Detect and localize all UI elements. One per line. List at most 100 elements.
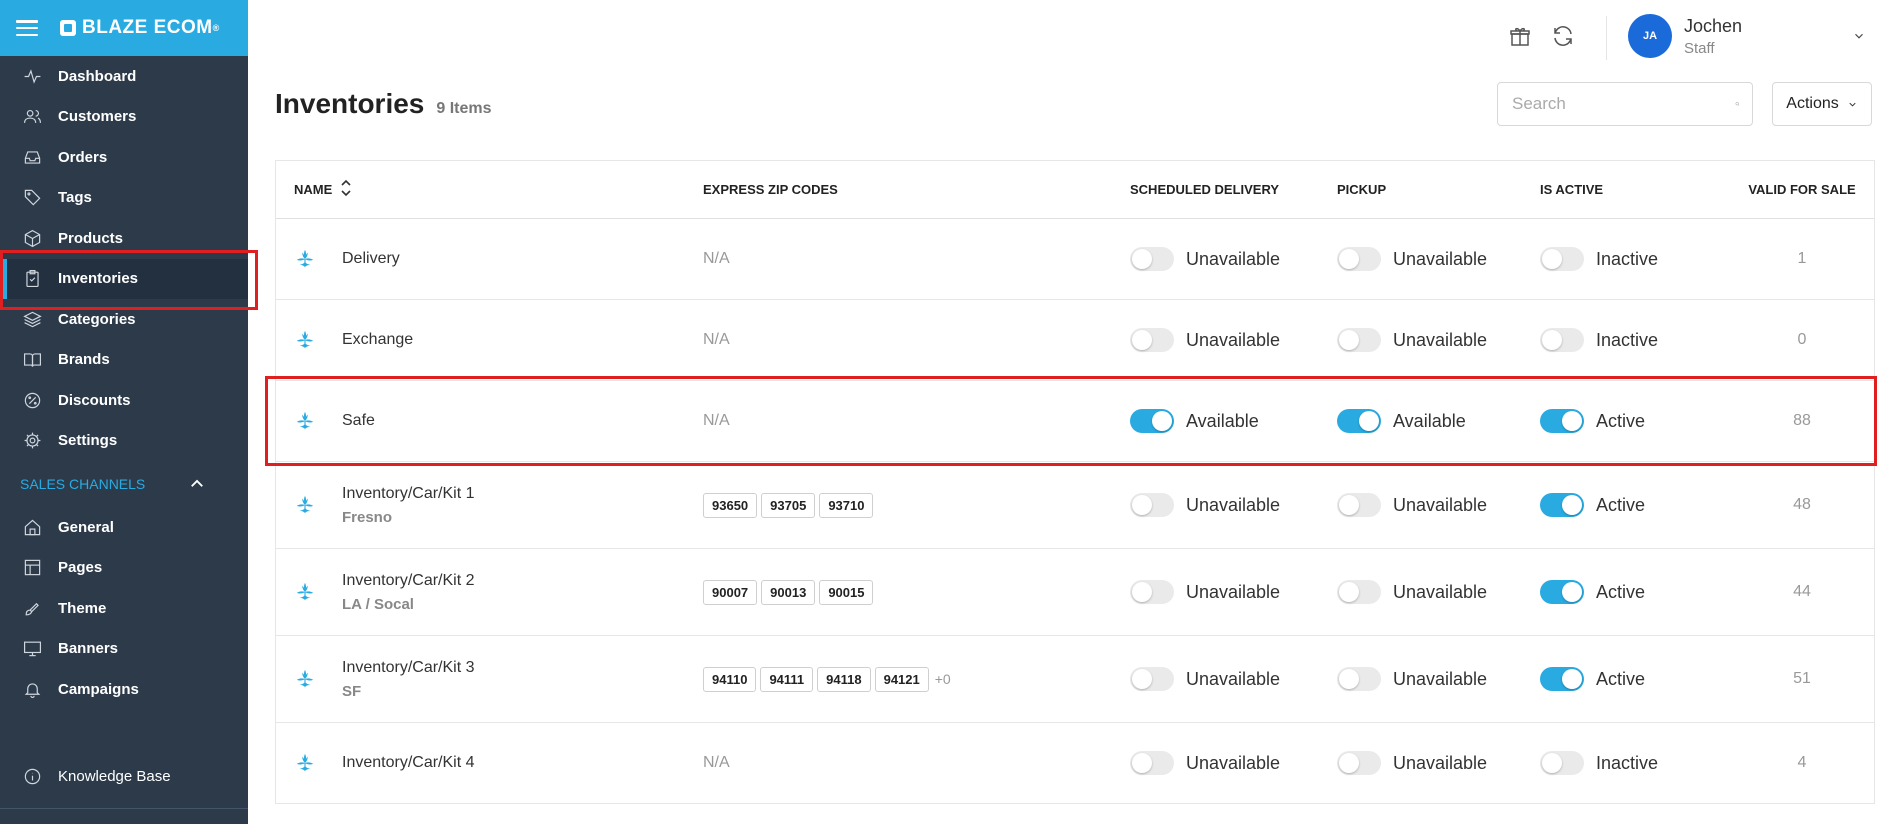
gift-icon[interactable] [1508,25,1532,49]
inventory-region: SF [342,682,362,700]
table-row[interactable]: Inventory/Car/Kit 4 N/A Unavailable Unavail… [276,723,1874,804]
table-row[interactable]: Safe N/A Available Available Active 88 [276,381,1874,462]
is-active-status: Active [1596,668,1646,689]
toggle-knob [1542,753,1562,773]
inventory-name[interactable]: Inventory/Car/Kit 2 [342,572,475,590]
toggle-knob [1339,582,1359,602]
is-active-toggle[interactable] [1540,667,1584,691]
sidebar-item-label: Campaigns [58,680,139,698]
sales-channels-header[interactable]: SALES CHANNELS [0,461,248,507]
book-icon [22,350,42,370]
toggle-knob [1562,411,1582,431]
scheduled-delivery-toggle[interactable] [1130,328,1174,352]
toggle-knob [1339,753,1359,773]
inventory-name[interactable]: Inventory/Car/Kit 4 [342,754,475,772]
inventory-name[interactable]: Inventory/Car/Kit 3 [342,659,475,677]
sidebar-item-label: Banners [58,640,119,658]
cannabis-leaf-icon [294,248,316,270]
inventory-name[interactable]: Safe [342,412,375,430]
sidebar-item-knowledge-base[interactable]: Knowledge Base [0,756,248,797]
sidebar-item-inventories[interactable]: Inventories [0,258,248,299]
bell-icon [22,679,42,699]
monitor-icon [22,639,42,659]
inventory-name[interactable]: Exchange [342,331,413,349]
scheduled-delivery-toggle[interactable] [1130,409,1174,433]
table-row[interactable]: Inventory/Car/Kit 3 SF 94110 94111 94118 9412… [276,636,1874,723]
is-active-status: Inactive [1596,329,1659,350]
pickup-toggle[interactable] [1337,247,1381,271]
sidebar-item-tags[interactable]: Tags [0,178,248,219]
info-icon [22,766,42,786]
scheduled-delivery-toggle[interactable] [1130,580,1174,604]
table-row[interactable]: Delivery N/A Unavailable Unavailable Inactiv… [276,219,1874,300]
pickup-toggle[interactable] [1337,409,1381,433]
toggle-knob [1562,669,1582,689]
sidebar-item-pages[interactable]: Pages [0,548,248,589]
is-active-toggle[interactable] [1540,328,1584,352]
brand-logo[interactable]: BLAZE ECOM ® [60,17,220,39]
sidebar-item-products[interactable]: Products [0,218,248,259]
is-active-toggle[interactable] [1540,493,1584,517]
user-menu[interactable]: JA Jochen Staff [1628,14,1742,58]
table-row[interactable]: Inventory/Car/Kit 1 Fresno 93650 93705 93710… [276,462,1874,549]
inventory-name[interactable]: Delivery [342,250,400,268]
refresh-icon[interactable] [1551,24,1575,48]
sidebar-item-banners[interactable]: Banners [0,629,248,670]
table-row[interactable]: Inventory/Car/Kit 2 LA / Socal 90007 90013 9… [276,549,1874,636]
chevron-down-icon[interactable] [1852,29,1866,48]
header-name[interactable]: NAME [294,182,332,197]
actions-button[interactable]: Actions [1772,82,1872,126]
zip-code-tag: 90013 [761,579,816,605]
search-input[interactable] [1510,93,1735,115]
search-icon[interactable] [1735,94,1740,114]
sidebar-item-label: General [58,518,114,536]
is-active-toggle[interactable] [1540,580,1584,604]
scheduled-delivery-status: Unavailable [1186,752,1281,773]
sidebar-item-campaigns[interactable]: Campaigns [0,669,248,710]
sidebar-item-brands[interactable]: Brands [0,340,248,381]
zip-code-tag: 93650 [703,492,758,518]
valid-for-sale-count: 4 [1797,754,1807,771]
user-name: Jochen [1684,15,1743,36]
sidebar-item-theme[interactable]: Theme [0,588,248,629]
scheduled-delivery-toggle[interactable] [1130,247,1174,271]
valid-for-sale-count: 51 [1793,670,1811,687]
sidebar-item-settings[interactable]: Settings [0,421,248,462]
pickup-toggle[interactable] [1337,667,1381,691]
pickup-toggle[interactable] [1337,493,1381,517]
scheduled-delivery-toggle[interactable] [1130,667,1174,691]
pickup-toggle[interactable] [1337,328,1381,352]
is-active-toggle[interactable] [1540,409,1584,433]
pickup-toggle[interactable] [1337,751,1381,775]
table-row[interactable]: Exchange N/A Unavailable Unavailable Inactiv… [276,300,1874,381]
chevron-up-icon[interactable] [188,475,206,493]
page-header: Inventories 9 Items [275,88,492,120]
avatar[interactable]: JA [1628,14,1672,58]
search-box[interactable] [1497,82,1753,126]
toggle-knob [1152,411,1172,431]
scheduled-delivery-toggle[interactable] [1130,751,1174,775]
inventory-name[interactable]: Inventory/Car/Kit 1 [342,485,475,503]
is-active-toggle[interactable] [1540,751,1584,775]
pickup-status: Available [1393,410,1466,431]
is-active-toggle[interactable] [1540,247,1584,271]
sort-icon[interactable] [332,177,352,202]
menu-icon[interactable] [16,20,38,36]
sidebar-item-customers[interactable]: Customers [0,97,248,138]
sidebar-item-general[interactable]: General [0,507,248,548]
sidebar-item-categories[interactable]: Categories [0,299,248,340]
sidebar-item-discounts[interactable]: Discounts [0,380,248,421]
item-count: 9 Items [436,100,492,117]
zip-code-tag: 90015 [819,579,874,605]
toggle-knob [1132,669,1152,689]
valid-for-sale-count: 44 [1793,583,1811,600]
box-icon [22,228,42,248]
header-zip: EXPRESS ZIP CODES [703,182,838,197]
sidebar-item-dashboard[interactable]: Dashboard [0,56,248,97]
pickup-toggle[interactable] [1337,580,1381,604]
scheduled-delivery-toggle[interactable] [1130,493,1174,517]
sales-channels-nav: General Pages Theme Banners Campaigns [0,507,248,710]
cannabis-leaf-icon [294,329,316,351]
sidebar-item-orders[interactable]: Orders [0,137,248,178]
page-title: Inventories [275,88,425,119]
